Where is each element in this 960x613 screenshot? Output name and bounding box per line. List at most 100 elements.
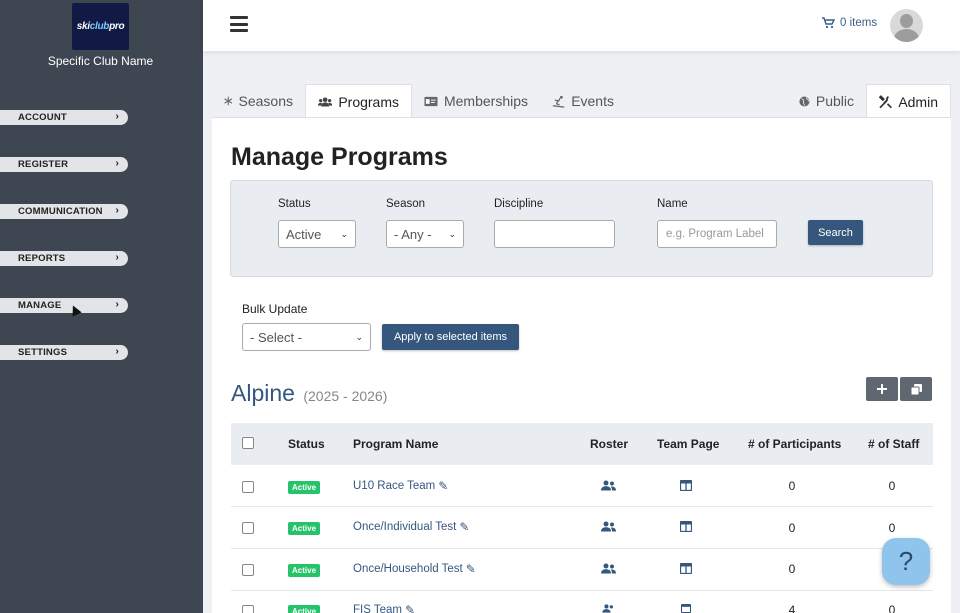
column-header-status[interactable]: Status — [288, 437, 325, 451]
add-program-button[interactable] — [866, 377, 898, 401]
edit-icon[interactable]: ✎ — [438, 479, 448, 493]
copy-programs-button[interactable] — [900, 377, 932, 401]
id-card-icon — [424, 96, 438, 106]
participants-count: 0 — [788, 479, 796, 493]
shopping-cart-icon — [822, 17, 835, 29]
discipline-input[interactable] — [494, 220, 615, 248]
row-checkbox[interactable] — [242, 481, 254, 493]
section-title-text: Alpine — [231, 380, 295, 406]
status-badge: Active — [288, 564, 321, 577]
edit-icon[interactable]: ✎ — [459, 520, 469, 534]
season-select[interactable]: - Any - ⌄ — [386, 220, 464, 248]
chevron-right-icon: › — [115, 205, 119, 216]
copy-icon — [910, 383, 922, 395]
section-date-range: (2025 - 2026) — [303, 388, 388, 404]
column-header-team-page: Team Page — [657, 437, 720, 451]
status-filter-label: Status — [278, 198, 311, 210]
program-name: FIS Team — [353, 604, 402, 613]
row-checkbox[interactable] — [242, 522, 254, 534]
snowflake-icon — [224, 96, 233, 106]
search-button[interactable]: Search — [808, 220, 863, 245]
chevron-down-icon: ⌄ — [340, 228, 348, 239]
chevron-right-icon: › — [115, 158, 119, 169]
name-input[interactable]: e.g. Program Label — [657, 220, 777, 248]
chevron-right-icon: › — [115, 252, 119, 263]
page-title: Manage Programs — [231, 143, 448, 171]
skier-icon — [552, 95, 565, 108]
edit-icon[interactable]: ✎ — [405, 603, 415, 613]
roster-users-icon[interactable] — [601, 604, 616, 613]
bulk-update-select[interactable]: - Select - ⌄ — [242, 323, 371, 351]
sidebar-item-label: ACCOUNT — [18, 112, 67, 123]
tab-label: Memberships — [443, 93, 528, 109]
table-row — [231, 507, 933, 549]
select-all-checkbox[interactable] — [242, 437, 254, 449]
sidebar-item-label: MANAGE — [18, 300, 62, 311]
sidebar-item-reports[interactable]: REPORTS › — [0, 251, 128, 266]
team-page-icon[interactable] — [680, 480, 692, 491]
sidebar-item-label: REGISTER — [18, 159, 69, 170]
column-header-program-name[interactable]: Program Name — [353, 437, 438, 451]
sidebar-item-settings[interactable]: SETTINGS › — [0, 345, 128, 360]
program-name-link[interactable]: U10 Race Team ✎ — [353, 479, 448, 493]
bulk-update-label: Bulk Update — [242, 302, 308, 316]
globe-icon — [799, 95, 810, 107]
apply-to-selected-button[interactable]: Apply to selected items — [382, 324, 519, 350]
sidebar-item-label: SETTINGS — [18, 347, 68, 358]
tab-memberships[interactable]: Memberships — [412, 84, 540, 118]
roster-users-icon[interactable] — [601, 521, 616, 532]
help-button[interactable]: ? — [882, 538, 930, 585]
season-filter-label: Season — [386, 198, 426, 210]
tab-public[interactable]: Public — [787, 84, 866, 118]
chevron-down-icon: ⌄ — [355, 331, 363, 342]
status-select[interactable]: Active ⌄ — [278, 220, 356, 248]
status-select-value: Active — [286, 226, 322, 242]
program-name-link[interactable]: Once/Household Test ✎ — [353, 562, 476, 576]
tools-icon — [879, 94, 892, 108]
roster-users-icon[interactable] — [601, 480, 616, 491]
staff-count: 0 — [888, 479, 896, 493]
cart-link[interactable]: 0 items — [822, 17, 877, 29]
program-name-link[interactable]: FIS Team ✎ — [353, 603, 415, 613]
row-checkbox[interactable] — [242, 564, 254, 576]
tab-events[interactable]: Events — [540, 84, 626, 118]
row-checkbox[interactable] — [242, 605, 254, 613]
roster-users-icon[interactable] — [601, 563, 616, 574]
program-name: Once/Individual Test — [353, 521, 457, 533]
hamburger-menu-icon[interactable] — [230, 16, 248, 32]
column-header-participants[interactable]: # of Participants — [748, 437, 841, 451]
club-logo[interactable]: skiclubpro — [72, 3, 129, 50]
staff-count: 0 — [888, 521, 896, 535]
sidebar-item-account[interactable]: ACCOUNT › — [0, 110, 128, 125]
tab-label: Events — [571, 93, 614, 109]
sidebar-item-label: COMMUNICATION — [18, 206, 103, 217]
sidebar: skiclubpro Specific Club Name ACCOUNT › … — [0, 0, 203, 613]
tab-admin[interactable]: Admin — [866, 84, 951, 118]
user-avatar[interactable] — [890, 9, 923, 42]
cart-label: 0 items — [840, 17, 878, 29]
tab-seasons[interactable]: Seasons — [212, 84, 305, 118]
chevron-right-icon: › — [115, 111, 119, 122]
sidebar-item-register[interactable]: REGISTER › — [0, 157, 128, 172]
participants-count: 0 — [788, 562, 796, 576]
top-bar: 0 items — [203, 0, 960, 51]
section-title: Alpine (2025 - 2026) — [231, 380, 387, 407]
status-badge: Active — [288, 605, 321, 613]
edit-icon[interactable]: ✎ — [466, 562, 476, 576]
chevron-down-icon: ⌄ — [448, 228, 456, 239]
sidebar-item-manage[interactable]: MANAGE › — [0, 298, 128, 313]
column-header-staff[interactable]: # of Staff — [868, 437, 919, 451]
program-name-link[interactable]: Once/Individual Test ✎ — [353, 520, 469, 534]
participants-count: 4 — [788, 603, 796, 613]
team-page-icon[interactable] — [680, 521, 692, 532]
team-page-icon[interactable] — [680, 604, 692, 613]
table-row — [231, 465, 933, 507]
tab-label: Programs — [338, 93, 399, 110]
season-select-value: - Any - — [394, 226, 432, 242]
tab-programs[interactable]: Programs — [305, 84, 412, 118]
team-page-icon[interactable] — [680, 563, 692, 574]
column-header-roster: Roster — [590, 437, 629, 451]
sidebar-item-communication[interactable]: COMMUNICATION › — [0, 204, 128, 219]
logo-mid: club — [89, 21, 110, 32]
program-name: Once/Household Test — [353, 563, 463, 575]
